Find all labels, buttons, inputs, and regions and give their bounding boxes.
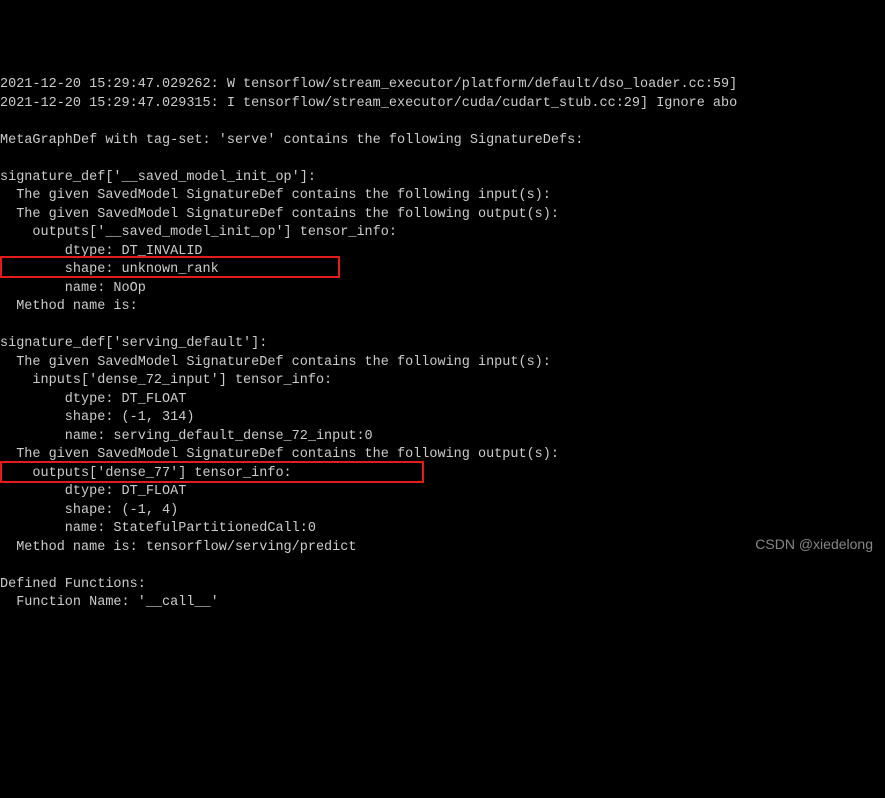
terminal-line: The given SavedModel SignatureDef contai… bbox=[0, 187, 885, 206]
terminal-line: dtype: DT_FLOAT bbox=[0, 483, 885, 502]
terminal-line: Defined Functions: bbox=[0, 576, 885, 595]
terminal-line: 2021-12-20 15:29:47.029315: I tensorflow… bbox=[0, 95, 885, 114]
terminal-line: dtype: DT_FLOAT bbox=[0, 391, 885, 410]
terminal-line: dtype: DT_INVALID bbox=[0, 243, 885, 262]
terminal-line: signature_def['__saved_model_init_op']: bbox=[0, 169, 885, 188]
terminal-line: outputs['dense_77'] tensor_info: bbox=[0, 465, 885, 484]
terminal-line: inputs['dense_72_input'] tensor_info: bbox=[0, 372, 885, 391]
terminal-line bbox=[0, 557, 885, 576]
terminal-line: shape: (-1, 314) bbox=[0, 409, 885, 428]
terminal-line: name: serving_default_dense_72_input:0 bbox=[0, 428, 885, 447]
terminal-line: Method name is: bbox=[0, 298, 885, 317]
terminal-line: outputs['__saved_model_init_op'] tensor_… bbox=[0, 224, 885, 243]
terminal-line: MetaGraphDef with tag-set: 'serve' conta… bbox=[0, 132, 885, 151]
terminal-line: The given SavedModel SignatureDef contai… bbox=[0, 206, 885, 225]
terminal-line bbox=[0, 113, 885, 132]
terminal-line: shape: (-1, 4) bbox=[0, 502, 885, 521]
terminal-line: shape: unknown_rank bbox=[0, 261, 885, 280]
terminal-line: The given SavedModel SignatureDef contai… bbox=[0, 354, 885, 373]
terminal-line: name: NoOp bbox=[0, 280, 885, 299]
terminal-line: 2021-12-20 15:29:47.029262: W tensorflow… bbox=[0, 76, 885, 95]
terminal-line: The given SavedModel SignatureDef contai… bbox=[0, 446, 885, 465]
terminal-line bbox=[0, 317, 885, 336]
watermark: CSDN @xiedelong bbox=[755, 535, 873, 554]
terminal-line: name: StatefulPartitionedCall:0 bbox=[0, 520, 885, 539]
terminal-line: Method name is: tensorflow/serving/predi… bbox=[0, 539, 885, 558]
terminal-line bbox=[0, 150, 885, 169]
terminal-output: 2021-12-20 15:29:47.029262: W tensorflow… bbox=[0, 76, 885, 613]
terminal-line: signature_def['serving_default']: bbox=[0, 335, 885, 354]
terminal-line: Function Name: '__call__' bbox=[0, 594, 885, 613]
